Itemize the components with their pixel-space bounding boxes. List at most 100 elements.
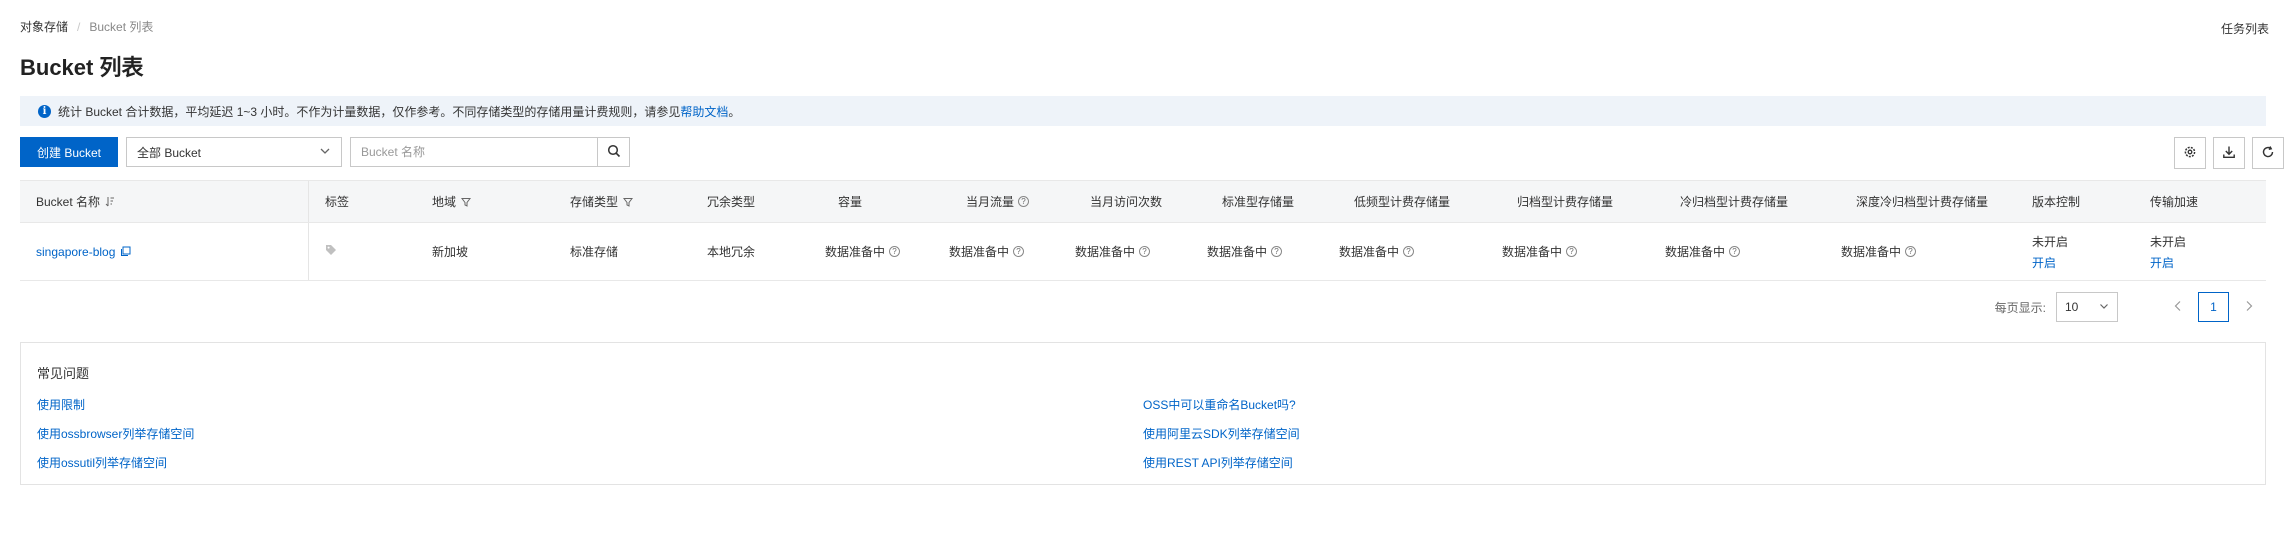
page-size-select[interactable]: 10 (2056, 292, 2118, 322)
create-bucket-button[interactable]: 创建 Bucket (20, 137, 118, 167)
col-region[interactable]: 地域 (432, 181, 472, 222)
faq-link[interactable]: 使用REST API列举存储空间 (1143, 454, 1293, 471)
chevron-down-icon (319, 145, 331, 160)
settings-button[interactable] (2174, 137, 2206, 169)
capacity-cell: 数据准备中? (825, 223, 901, 280)
col-monthly-requests: 当月访问次数 (1090, 195, 1163, 209)
next-page-button[interactable] (2237, 292, 2261, 322)
enable-versioning-link[interactable]: 开启 (2032, 254, 2056, 271)
help-icon[interactable]: ? (1566, 246, 1578, 257)
monthly-traffic-value: 数据准备中 (949, 245, 1010, 259)
filter-icon[interactable] (461, 197, 472, 207)
col-region-label: 地域 (432, 195, 457, 209)
col-monthly-traffic: 当月流量 ? (966, 181, 1030, 222)
col-versioning: 版本控制 (2032, 195, 2081, 209)
help-icon[interactable]: ? (1905, 246, 1917, 257)
chevron-down-icon (2099, 300, 2109, 314)
column-divider (308, 223, 309, 280)
deep-cold-archive-storage-cell: 数据准备中? (1841, 223, 1917, 280)
acceleration-status: 未开启 (2150, 234, 2187, 249)
col-acceleration: 传输加速 (2150, 195, 2199, 209)
bucket-name-link[interactable]: singapore-blog (36, 245, 115, 259)
breadcrumb-current: Bucket 列表 (89, 20, 154, 34)
help-icon[interactable]: ? (1729, 246, 1741, 257)
search-input[interactable] (351, 138, 597, 166)
col-storage-type[interactable]: 存储类型 (570, 181, 634, 222)
notice-bar: i 统计 Bucket 合计数据，平均延迟 1~3 小时。不作为计量数据，仅作参… (20, 96, 2266, 126)
help-icon[interactable]: ? (1271, 246, 1283, 257)
task-list-link[interactable]: 任务列表 (2221, 20, 2269, 37)
info-icon: i (38, 104, 51, 118)
help-icon[interactable]: ? (1403, 246, 1415, 257)
search-button[interactable] (597, 138, 629, 166)
chevron-left-icon (2173, 300, 2183, 315)
capacity-value: 数据准备中 (825, 245, 886, 259)
tag-icon[interactable] (325, 244, 337, 259)
chevron-right-icon (2244, 300, 2254, 315)
faq-title: 常见问题 (37, 366, 90, 381)
help-icon[interactable]: ? (1013, 246, 1025, 257)
col-standard-storage: 标准型存储量 (1222, 195, 1295, 209)
help-doc-link[interactable]: 帮助文档 (680, 103, 728, 120)
bucket-filter-select[interactable]: 全部 Bucket (126, 137, 342, 167)
copy-icon[interactable] (120, 246, 131, 257)
faq-link[interactable]: 使用限制 (37, 396, 85, 413)
col-capacity: 容量 (838, 195, 863, 209)
faq-link[interactable]: 使用阿里云SDK列举存储空间 (1143, 425, 1300, 442)
table-header: Bucket 名称 标签 地域 存储类型 冗余类型 容量 当月流量 ? 当月访问… (20, 180, 2266, 223)
search-box (350, 137, 630, 167)
versioning-cell: 未开启 开启 (2032, 223, 2068, 280)
prev-page-button[interactable] (2166, 292, 2190, 322)
cold-archive-storage-value: 数据准备中 (1665, 245, 1726, 259)
archive-storage-value: 数据准备中 (1502, 245, 1563, 259)
search-icon (607, 144, 621, 161)
page-size-label: 每页显示: (1994, 300, 2046, 315)
sort-icon[interactable] (105, 196, 115, 207)
refresh-button[interactable] (2252, 137, 2284, 169)
pagination: 每页显示: 10 1 (1995, 292, 2261, 322)
bucket-name-cell: singapore-blog (36, 223, 131, 280)
faq-link[interactable]: OSS中可以重命名Bucket吗? (1143, 396, 1296, 413)
toolbar: 创建 Bucket 全部 Bucket (20, 137, 2284, 169)
col-bucket-name-label: Bucket 名称 (36, 195, 101, 209)
versioning-status: 未开启 (2032, 234, 2069, 249)
page-size-value: 10 (2065, 300, 2079, 314)
ia-storage-cell: 数据准备中? (1339, 223, 1415, 280)
col-bucket-name[interactable]: Bucket 名称 (36, 181, 115, 222)
faq-link[interactable]: 使用ossbrowser列举存储空间 (37, 425, 194, 442)
filter-icon[interactable] (623, 197, 634, 207)
help-icon[interactable]: ? (1018, 196, 1030, 207)
notice-suffix: 。 (728, 104, 741, 119)
page-number[interactable]: 1 (2198, 292, 2229, 322)
refresh-icon (2261, 145, 2275, 162)
cold-archive-storage-cell: 数据准备中? (1665, 223, 1741, 280)
standard-storage-cell: 数据准备中? (1207, 223, 1283, 280)
acceleration-cell: 未开启 开启 (2150, 223, 2186, 280)
col-cold-archive-storage: 冷归档型计费存储量 (1680, 195, 1789, 209)
table-row: singapore-blog 新加坡 标准存储 本地冗余 数据准备中? 数据准备… (20, 223, 2266, 281)
tags-cell[interactable] (325, 223, 337, 280)
monthly-requests-value: 数据准备中 (1075, 245, 1136, 259)
col-archive-storage: 归档型计费存储量 (1517, 195, 1614, 209)
bucket-filter-value: 全部 Bucket (137, 145, 202, 160)
storage-type-cell: 标准存储 (570, 245, 619, 259)
bucket-table: Bucket 名称 标签 地域 存储类型 冗余类型 容量 当月流量 ? 当月访问… (20, 180, 2266, 281)
download-icon (2222, 145, 2236, 162)
standard-storage-value: 数据准备中 (1207, 245, 1268, 259)
col-monthly-traffic-label: 当月流量 (966, 195, 1015, 209)
col-storage-type-label: 存储类型 (570, 195, 619, 209)
breadcrumb-separator: / (77, 19, 81, 34)
enable-acceleration-link[interactable]: 开启 (2150, 254, 2174, 271)
faq-panel: 常见问题 使用限制 使用ossbrowser列举存储空间 使用ossutil列举… (20, 342, 2266, 485)
deep-cold-archive-storage-value: 数据准备中 (1841, 245, 1902, 259)
archive-storage-cell: 数据准备中? (1502, 223, 1578, 280)
faq-link[interactable]: 使用ossutil列举存储空间 (37, 454, 167, 471)
settings-icon (2183, 145, 2197, 162)
redundancy-cell: 本地冗余 (707, 245, 756, 259)
breadcrumb-root[interactable]: 对象存储 (20, 18, 68, 35)
notice-text: 统计 Bucket 合计数据，平均延迟 1~3 小时。不作为计量数据，仅作参考。… (58, 104, 681, 119)
help-icon[interactable]: ? (889, 246, 901, 257)
help-icon[interactable]: ? (1139, 246, 1151, 257)
col-tags: 标签 (325, 195, 350, 209)
download-button[interactable] (2213, 137, 2245, 169)
